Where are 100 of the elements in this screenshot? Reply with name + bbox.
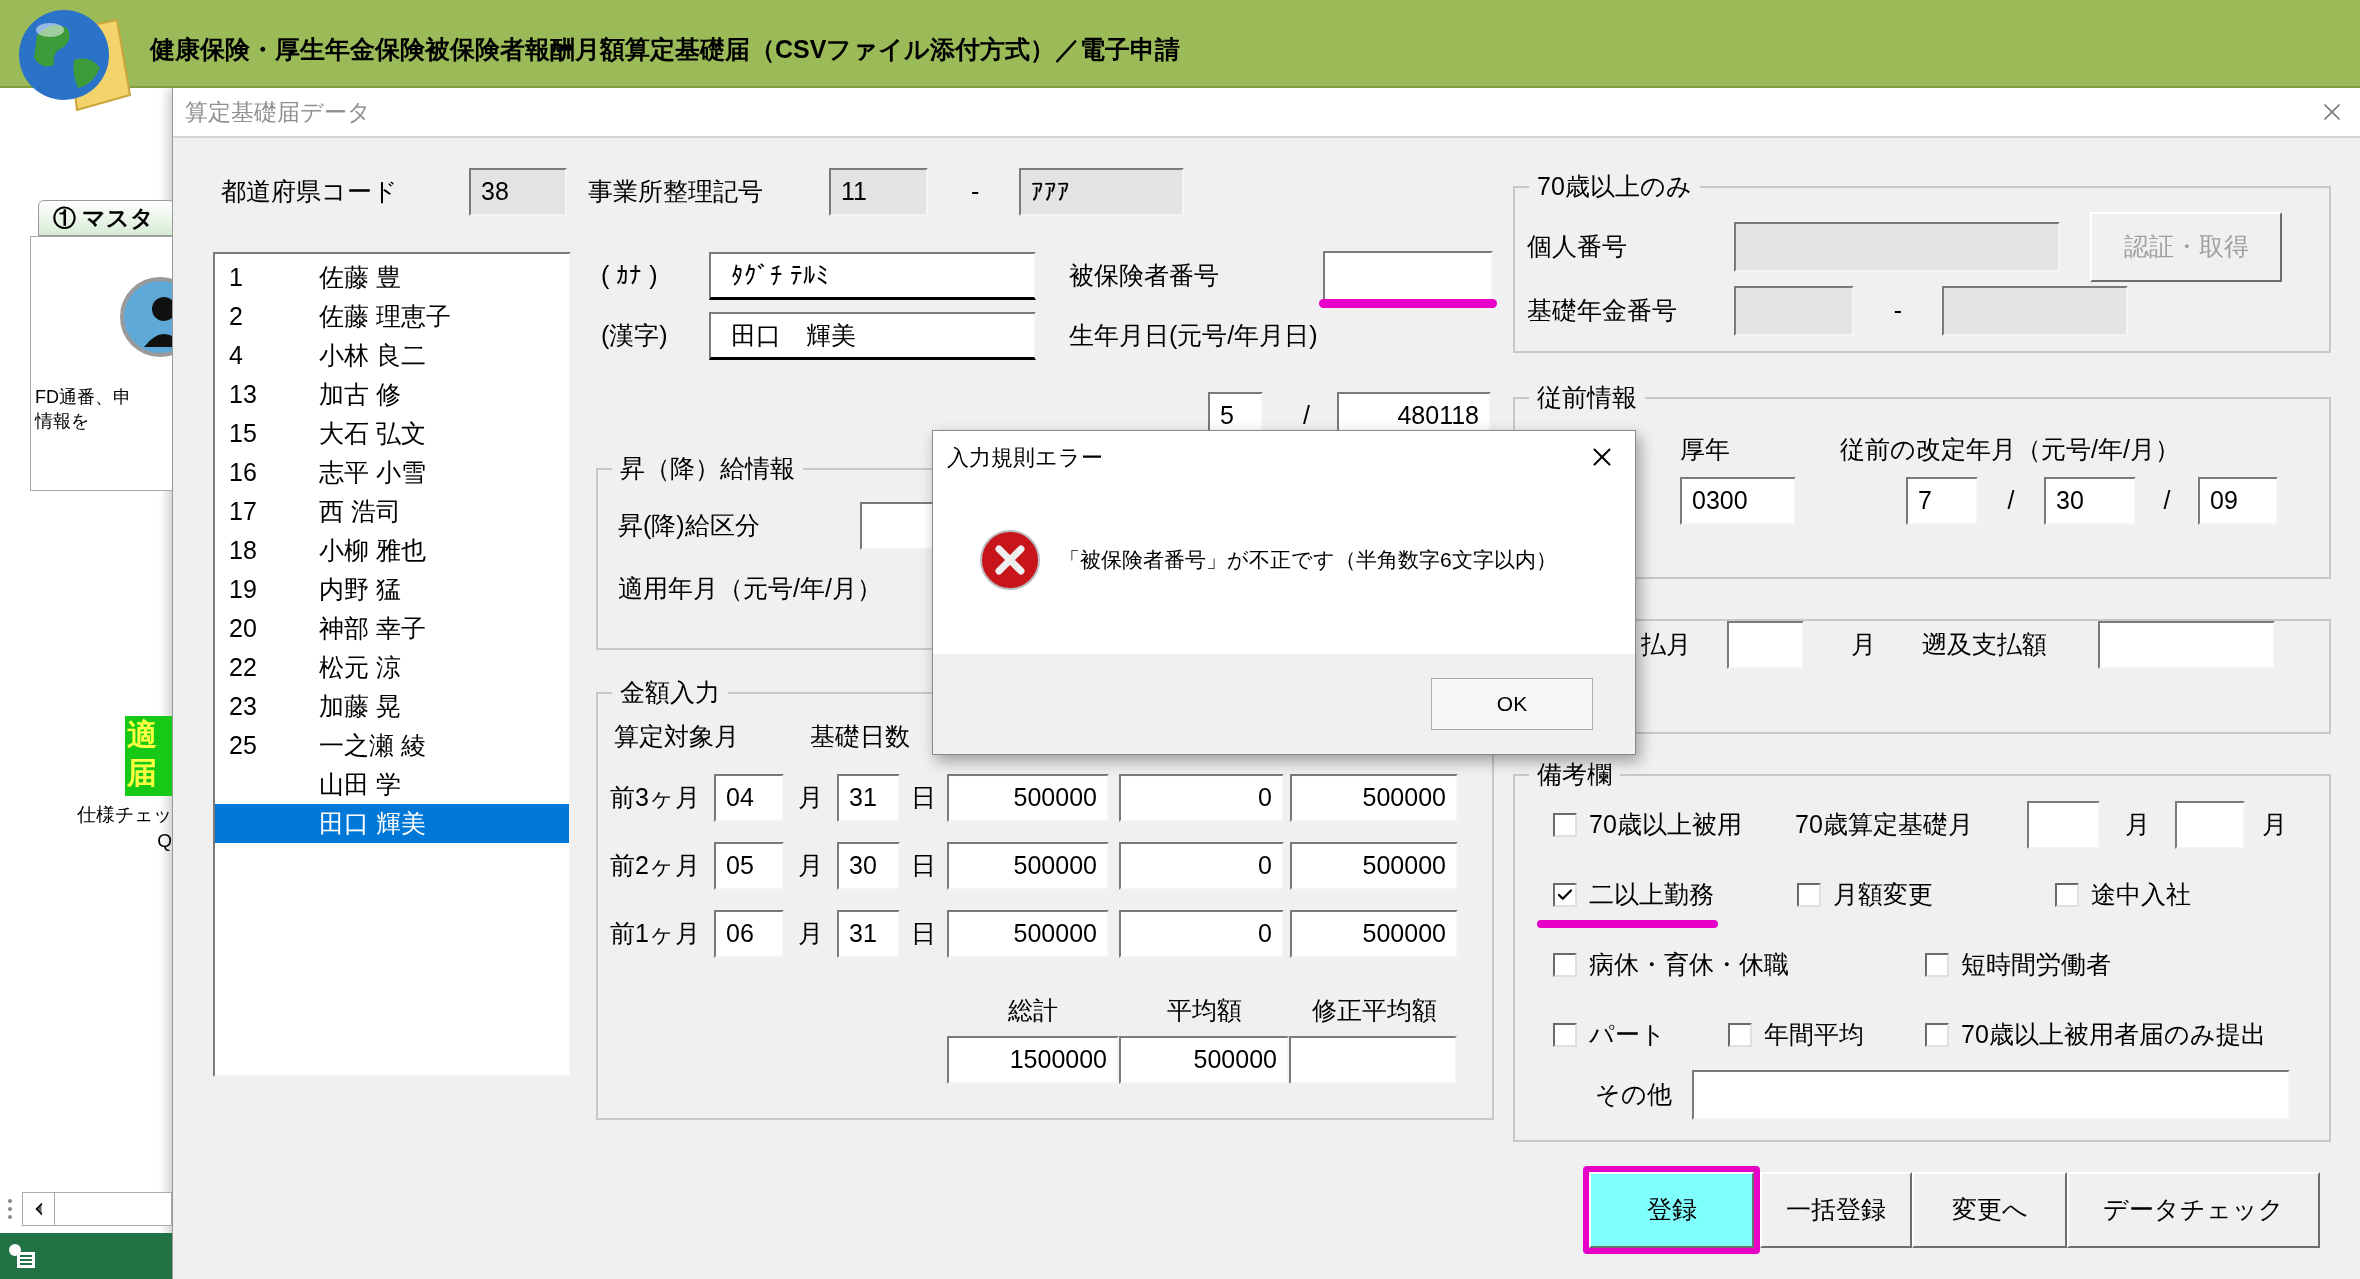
field-label: 月 xyxy=(1849,629,1877,661)
input-field[interactable] xyxy=(1289,1035,1457,1084)
ok-button[interactable]: OK xyxy=(1431,678,1593,730)
action-button[interactable]: データチェック xyxy=(2067,1172,2320,1248)
field-label: 平均額 xyxy=(1165,994,1243,1026)
field-label: 都道府県コード xyxy=(221,176,399,208)
checkbox[interactable] xyxy=(1553,812,1577,837)
input-field[interactable]: 31 xyxy=(837,909,900,958)
input-field[interactable] xyxy=(1692,1069,2290,1120)
input-field[interactable]: 田口 輝美 xyxy=(709,312,1036,360)
input-field[interactable]: 500000 xyxy=(947,841,1109,890)
checkbox-label: 70歳以上被用者届のみ提出 xyxy=(1961,1019,2266,1048)
input-field[interactable] xyxy=(1734,221,2060,272)
checkbox[interactable] xyxy=(1925,952,1949,977)
checkbox[interactable] xyxy=(1553,882,1577,907)
input-field[interactable]: 500000 xyxy=(1290,841,1458,890)
input-field[interactable] xyxy=(1734,285,1854,336)
input-field[interactable]: 500000 xyxy=(1290,773,1458,822)
horizontal-scrollbar[interactable] xyxy=(22,1192,172,1226)
field-label: 月 xyxy=(797,849,824,881)
field-label: 修正平均額 xyxy=(1310,994,1438,1026)
action-button[interactable]: 一括登録 xyxy=(1760,1172,1912,1248)
field-label: 遡及支払額 xyxy=(1922,629,2048,661)
group-title: 備考欄 xyxy=(1536,759,1613,790)
input-field[interactable]: 500000 xyxy=(947,773,1109,822)
group-title: 従前情報 xyxy=(1536,382,1638,413)
field-label: 基礎日数 xyxy=(810,720,910,752)
checkbox-label: 短時間労働者 xyxy=(1961,949,2111,978)
list-item[interactable]: 4 小林 良二 xyxy=(215,336,569,375)
input-field[interactable] xyxy=(2027,800,2100,849)
tool-text: Q xyxy=(157,829,172,853)
input-field[interactable]: 38 xyxy=(469,168,567,216)
input-field[interactable]: 0 xyxy=(1119,773,1284,822)
input-field[interactable]: 0 xyxy=(1119,909,1284,958)
field-label: 月 xyxy=(797,781,824,813)
input-field[interactable]: 05 xyxy=(714,841,784,890)
action-button[interactable]: 変更へ xyxy=(1912,1172,2067,1248)
field-label: 日 xyxy=(910,849,937,881)
group-title: 70歳以上のみ xyxy=(1536,171,1693,202)
input-field[interactable]: 31 xyxy=(837,773,900,822)
input-field[interactable] xyxy=(1942,285,2128,336)
input-field[interactable]: 04 xyxy=(714,773,784,822)
input-field[interactable]: ﾀｸﾞﾁ ﾃﾙﾐ xyxy=(709,252,1036,300)
input-field[interactable]: 06 xyxy=(714,909,784,958)
input-field[interactable]: 11 xyxy=(829,168,928,216)
checkbox[interactable] xyxy=(1925,1022,1949,1047)
tool-text: 仕様チェッ xyxy=(77,803,172,827)
list-item[interactable]: 田口 輝美 xyxy=(215,804,569,843)
list-item[interactable]: 1 佐藤 豊 xyxy=(215,258,569,297)
list-item[interactable]: 25 一之瀬 綾 xyxy=(215,726,569,765)
tab[interactable]: ① マスタ xyxy=(38,200,172,236)
input-field[interactable]: 500000 xyxy=(1290,909,1458,958)
input-field[interactable] xyxy=(2175,800,2245,849)
field-label: - xyxy=(1892,294,1904,326)
sheet-icon xyxy=(8,1243,36,1269)
list-item[interactable]: 22 松元 涼 xyxy=(215,648,569,687)
input-field[interactable]: 7 xyxy=(1906,476,1978,525)
list-item[interactable]: 20 神部 幸子 xyxy=(215,609,569,648)
input-field[interactable] xyxy=(1727,621,1804,669)
error-message: 「被保険者番号」が不正です（半角数字6文字以内） xyxy=(1059,547,1557,574)
field-label: - xyxy=(971,176,981,208)
list-item[interactable]: 15 大石 弘文 xyxy=(215,414,569,453)
field-label: / xyxy=(2162,484,2172,516)
checkbox[interactable] xyxy=(2055,882,2079,907)
input-field[interactable]: 500000 xyxy=(1119,1035,1289,1084)
input-field[interactable]: ｱｱｱ xyxy=(1019,168,1184,216)
list-item[interactable]: 13 加古 修 xyxy=(215,375,569,414)
action-button[interactable]: 登録 xyxy=(1589,1172,1754,1248)
input-field[interactable]: 30 xyxy=(2044,476,2136,525)
checkbox[interactable] xyxy=(1553,1022,1577,1047)
list-item[interactable]: 18 小柳 雅也 xyxy=(215,531,569,570)
checkbox-label: 年間平均 xyxy=(1764,1019,1864,1048)
input-field[interactable]: 0 xyxy=(1119,841,1284,890)
input-field[interactable]: 500000 xyxy=(947,909,1109,958)
list-item[interactable]: 19 内野 猛 xyxy=(215,570,569,609)
field-label: 昇(降)給区分 xyxy=(618,509,761,541)
checkbox-label: 月額変更 xyxy=(1833,879,1933,908)
more-icon xyxy=(8,1199,14,1219)
input-field[interactable]: 1500000 xyxy=(947,1035,1119,1084)
list-item[interactable]: 23 加藤 晃 xyxy=(215,687,569,726)
list-item[interactable]: 2 佐藤 理恵子 xyxy=(215,297,569,336)
input-field[interactable] xyxy=(2098,621,2275,669)
field-label: 月 xyxy=(2260,808,2288,840)
checkbox-label: パート xyxy=(1589,1019,1666,1048)
input-field[interactable]: 09 xyxy=(2198,476,2278,525)
field-label: 個人番号 xyxy=(1527,230,1628,262)
input-field[interactable]: 0300 xyxy=(1680,476,1796,525)
field-label: 厚年 xyxy=(1680,433,1731,465)
employee-list[interactable]: 1 佐藤 豊 2 佐藤 理恵子 4 小林 良二 13 加古 修 15 大石 弘文 16 志平 小雪 17 西 浩司 18 小柳 雅也 19 内野 猛 20 神部 幸子 22 松元 涼 23 加藤 晃 25 一之瀬 綾 山田 学 田口 輝美 xyxy=(213,252,571,1077)
field-label: 適用年月（元号/年/月） xyxy=(618,572,883,604)
list-item[interactable]: 16 志平 小雪 xyxy=(215,453,569,492)
list-item[interactable]: 17 西 浩司 xyxy=(215,492,569,531)
checkbox[interactable] xyxy=(1797,882,1821,907)
checkbox[interactable] xyxy=(1728,1022,1752,1047)
app-title: 健康保険・厚生年金保険被保険者報酬月額算定基礎届（CSVファイル添付方式）／電子申請 xyxy=(150,33,1181,65)
input-field[interactable]: 30 xyxy=(837,841,900,890)
list-item[interactable]: 山田 学 xyxy=(215,765,569,804)
checkbox[interactable] xyxy=(1553,952,1577,977)
input-field[interactable] xyxy=(1323,251,1493,301)
field-label: 事業所整理記号 xyxy=(588,176,764,208)
